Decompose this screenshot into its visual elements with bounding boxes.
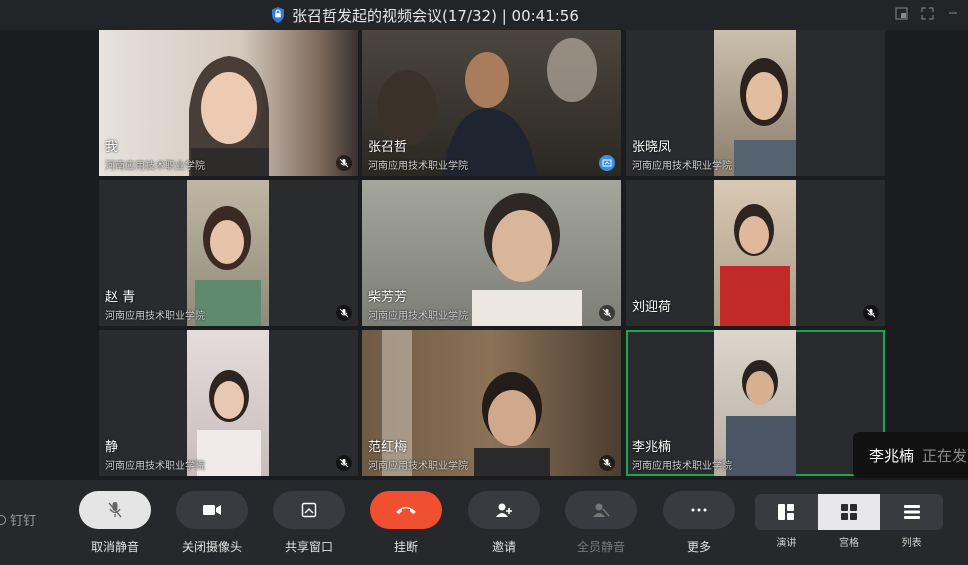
camera-off-label: 关闭摄像头 xyxy=(181,540,242,554)
participant-tile[interactable]: 范红梅 河南应用技术职业学院 xyxy=(362,330,621,476)
fullscreen-icon[interactable] xyxy=(920,6,934,20)
more-button[interactable]: 更多 xyxy=(663,491,735,555)
participant-name: 静 xyxy=(105,440,119,455)
unmute-button[interactable]: 取消静音 xyxy=(79,491,151,555)
grid-layout-icon xyxy=(841,504,857,520)
screen-share-icon xyxy=(599,155,615,171)
participant-tile[interactable]: 静 河南应用技术职业学院 xyxy=(99,330,358,476)
participant-name: 范红梅 xyxy=(368,440,408,455)
participant-name: 李兆楠 xyxy=(632,440,672,455)
hang-up-label: 挂断 xyxy=(393,540,418,554)
more-icon xyxy=(691,508,707,512)
share-window-label: 共享窗口 xyxy=(284,540,333,554)
participant-tile[interactable]: 柴芳芳 河南应用技术职业学院 xyxy=(362,180,621,326)
participant-org: 河南应用技术职业学院 xyxy=(368,461,468,472)
presenter-layout-icon xyxy=(778,504,795,520)
participant-org: 河南应用技术职业学院 xyxy=(632,461,732,472)
layout-labels: 演讲 宫格 列表 xyxy=(755,534,943,549)
video-feed xyxy=(714,180,796,326)
participant-tile[interactable]: 刘迎荷 xyxy=(626,180,885,326)
window-controls xyxy=(894,6,960,20)
hang-up-icon xyxy=(396,507,416,514)
meeting-toolbar: 钉钉 取消静音 关闭摄像头 共享窗口 挂断 邀请 全员静音 更多 演讲 宫格 列… xyxy=(0,480,968,565)
video-feed xyxy=(714,330,796,476)
mute-all-button[interactable]: 全员静音 xyxy=(565,491,637,555)
mic-muted-icon xyxy=(599,305,615,321)
layout-switcher xyxy=(755,494,943,530)
invite-pill[interactable] xyxy=(468,491,540,529)
more-label: 更多 xyxy=(686,540,711,554)
dingtalk-logo-icon xyxy=(0,514,6,525)
participant-name: 我 xyxy=(105,140,119,155)
video-feed xyxy=(99,30,358,176)
mic-muted-icon xyxy=(336,305,352,321)
mute-all-icon xyxy=(593,503,610,517)
participant-name: 柴芳芳 xyxy=(368,290,408,305)
video-feed xyxy=(187,180,269,326)
participant-org: 河南应用技术职业学院 xyxy=(632,161,732,172)
participant-name: 刘迎荷 xyxy=(632,300,672,315)
speaking-status: 正在发 xyxy=(922,446,968,465)
brand-label: 钉钉 xyxy=(10,514,37,529)
layout-list-button[interactable] xyxy=(880,494,943,530)
participant-tile[interactable]: 张晓凤 河南应用技术职业学院 xyxy=(626,30,885,176)
invite-button[interactable]: 邀请 xyxy=(468,491,540,555)
participant-org: 河南应用技术职业学院 xyxy=(105,461,205,472)
speaking-indicator: 李兆楠 正在发 xyxy=(853,432,968,478)
mic-muted-icon xyxy=(108,502,122,518)
share-window-button[interactable]: 共享窗口 xyxy=(273,491,345,555)
meeting-title-text: 张召哲发起的视频会议(17/32) | 00:41:56 xyxy=(292,6,579,25)
camera-pill[interactable] xyxy=(176,491,248,529)
hang-up-pill[interactable] xyxy=(370,491,442,529)
camera-off-button[interactable]: 关闭摄像头 xyxy=(176,491,248,555)
speaking-name: 李兆楠 xyxy=(869,446,915,465)
mic-muted-icon xyxy=(336,455,352,471)
share-screen-icon xyxy=(301,502,317,518)
title-bar: 张召哲发起的视频会议(17/32) | 00:41:56 xyxy=(0,0,968,30)
unmute-label: 取消静音 xyxy=(90,540,139,554)
video-feed xyxy=(714,30,796,176)
mic-muted-icon xyxy=(336,155,352,171)
participant-org: 河南应用技术职业学院 xyxy=(368,311,468,322)
video-feed xyxy=(187,330,269,476)
layout-list-label: 列表 xyxy=(901,538,922,549)
camera-icon xyxy=(203,505,221,515)
unmute-pill[interactable] xyxy=(79,491,151,529)
minimize-icon[interactable] xyxy=(946,6,960,20)
hang-up-button[interactable]: 挂断 xyxy=(370,491,442,555)
dingtalk-brand: 钉钉 xyxy=(0,510,36,529)
participant-org: 河南应用技术职业学院 xyxy=(368,161,468,172)
share-pill[interactable] xyxy=(273,491,345,529)
layout-presenter-button[interactable] xyxy=(755,494,818,530)
list-layout-icon xyxy=(903,505,920,519)
mute-all-label: 全员静音 xyxy=(576,540,625,554)
participant-org: 河南应用技术职业学院 xyxy=(105,161,205,172)
mic-muted-icon xyxy=(599,455,615,471)
participant-org: 河南应用技术职业学院 xyxy=(105,311,205,322)
participant-tile[interactable]: 我 河南应用技术职业学院 xyxy=(99,30,358,176)
pip-icon[interactable] xyxy=(894,6,908,20)
participant-tile-active-speaker[interactable]: 李兆楠 河南应用技术职业学院 xyxy=(626,330,885,476)
mic-muted-icon xyxy=(863,305,879,321)
meeting-title: 张召哲发起的视频会议(17/32) | 00:41:56 xyxy=(270,5,579,25)
more-pill[interactable] xyxy=(663,491,735,529)
participant-name: 张召哲 xyxy=(368,140,408,155)
participant-name: 张晓凤 xyxy=(632,140,672,155)
shield-icon xyxy=(272,7,284,23)
participant-tile[interactable]: 张召哲 河南应用技术职业学院 xyxy=(362,30,621,176)
layout-grid-button[interactable] xyxy=(817,494,881,530)
mute-all-pill[interactable] xyxy=(565,491,637,529)
participant-name: 赵 青 xyxy=(105,290,136,305)
participant-tile[interactable]: 赵 青 河南应用技术职业学院 xyxy=(99,180,358,326)
layout-grid-label: 宫格 xyxy=(839,538,859,549)
layout-presenter-label: 演讲 xyxy=(776,538,797,549)
add-person-icon xyxy=(496,503,512,517)
invite-label: 邀请 xyxy=(491,540,516,554)
video-grid: 我 河南应用技术职业学院 张召哲 河南应用技术职业学院 张晓凤 河南应用技术职业… xyxy=(0,30,968,480)
